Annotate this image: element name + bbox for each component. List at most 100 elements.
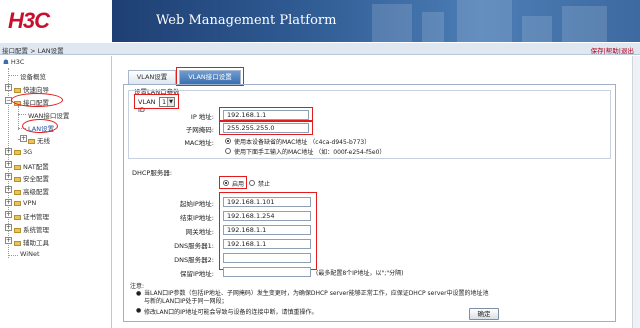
- folder-icon: [14, 200, 21, 206]
- sidebar-item-label: 辅助工具: [23, 239, 49, 247]
- sidebar-item-overview[interactable]: 设备概览: [20, 71, 46, 81]
- bullet-icon: ●: [136, 307, 142, 314]
- highlight-ellipse: [11, 93, 63, 107]
- tab-vlan-settings[interactable]: VLAN设置: [128, 70, 176, 84]
- tree-line: [8, 255, 18, 256]
- mac-label: MAC地址:: [184, 139, 214, 147]
- banner-building: [422, 12, 444, 42]
- reserved-ip-input[interactable]: [223, 267, 311, 277]
- banner: Web Management Platform: [112, 0, 640, 42]
- breadcrumb: 接口配置 > LAN设置: [2, 47, 64, 55]
- dns1-input[interactable]: [223, 239, 311, 249]
- folder-icon: [14, 214, 21, 220]
- logo-area: H3C: [0, 0, 112, 42]
- sidebar-item-label: NAT配置: [23, 163, 49, 171]
- h3c-logo: H3C: [8, 8, 50, 33]
- sidebar-item-3g[interactable]: 3G: [14, 148, 32, 156]
- mac-manual-text: 使用下面手工输入的MAC地址 （如：000f-e254-f5e0）: [234, 149, 386, 156]
- sidebar-item-label: 无线: [37, 137, 50, 145]
- mac-default-text: 使用本设备缺省的MAC地址 （c4ca-d945-b773）: [234, 139, 371, 146]
- sidebar-item-label: 3G: [23, 148, 33, 156]
- dhcp-disable-radio[interactable]: [249, 180, 255, 186]
- banner-building: [372, 4, 412, 42]
- bullet-icon: ●: [136, 290, 142, 297]
- tree-line: [8, 75, 18, 76]
- tree-line: [18, 114, 26, 115]
- top-links: 保存|帮助|退出: [591, 45, 634, 55]
- mac-default-radio[interactable]: [225, 138, 231, 144]
- banner-building: [562, 6, 607, 42]
- folder-icon: [14, 176, 21, 182]
- path-bar: 接口配置 > LAN设置 保存|帮助|退出: [0, 43, 640, 55]
- sidebar-item-label: VPN: [23, 199, 37, 207]
- folder-icon: [14, 240, 21, 246]
- content-panel: 设置LAN口参数 VLAN ID 1 ▼ IP 地址: 子网掩码: MAC地址:…: [123, 85, 616, 322]
- sidebar-item-tools[interactable]: 辅助工具: [14, 237, 49, 247]
- dhcp-title: DHCP服务器:: [132, 169, 173, 177]
- highlight-box: [219, 120, 313, 135]
- sidebar-item-nat[interactable]: NAT配置: [14, 161, 49, 171]
- sidebar-item-advanced[interactable]: 高级配置: [14, 186, 49, 196]
- folder-icon: [28, 138, 35, 144]
- sidebar-item-vpn[interactable]: VPN: [14, 199, 36, 207]
- logout-link[interactable]: 退出: [621, 47, 634, 55]
- start-ip-input[interactable]: [223, 197, 311, 207]
- expand-icon[interactable]: +: [5, 161, 12, 168]
- confirm-button[interactable]: 确定: [469, 308, 499, 320]
- mask-label: 子网掩码:: [185, 126, 214, 134]
- expand-icon[interactable]: +: [5, 186, 12, 193]
- banner-building: [522, 16, 552, 42]
- sidebar-item-system[interactable]: 系统管理: [14, 224, 49, 234]
- banner-building: [457, 0, 512, 42]
- highlight-box: [134, 94, 179, 109]
- reserved-ip-hint: (最多配置8个IP地址，以";"分隔): [316, 270, 404, 277]
- note-title: 注意:: [130, 283, 145, 290]
- dns1-label: DNS服务器1:: [174, 242, 214, 250]
- scrollbar[interactable]: [632, 56, 640, 328]
- ip-label: IP 地址:: [190, 113, 214, 121]
- sidebar-item-label: 高级配置: [23, 188, 49, 196]
- help-link[interactable]: 帮助: [606, 47, 619, 55]
- sidebar-item-label: 系统管理: [23, 226, 49, 234]
- platform-title: Web Management Platform: [156, 13, 337, 28]
- expand-icon[interactable]: +: [5, 84, 12, 91]
- expand-icon[interactable]: +: [5, 211, 12, 218]
- folder-icon: [14, 189, 21, 195]
- reserved-ip-label: 保留IP地址:: [179, 270, 214, 278]
- header: H3C Web Management Platform: [0, 0, 640, 42]
- note-1: 当LAN口IP参数（包括IP地址、子网掩码）发生变更时，为确保DHCP serv…: [144, 290, 489, 305]
- sidebar: ☗ H3C 设备概览 + 快速向导 − 接口配置 WAN接口设置 LAN设置 +…: [0, 56, 112, 328]
- highlight-ellipse: [22, 119, 58, 133]
- dns2-label: DNS服务器2:: [174, 256, 214, 264]
- start-ip-label: 起始IP地址:: [179, 200, 214, 208]
- sidebar-item-wireless[interactable]: 无线: [28, 135, 50, 145]
- sidebar-item-label: 证书管理: [23, 213, 49, 221]
- main-content: VLAN设置 VLAN接口设置 设置LAN口参数 VLAN ID 1 ▼ IP …: [113, 56, 640, 328]
- folder-icon: [14, 164, 21, 170]
- mac-manual-radio[interactable]: [225, 148, 231, 154]
- gateway-input[interactable]: [223, 225, 311, 235]
- expand-icon[interactable]: +: [5, 237, 12, 244]
- end-ip-input[interactable]: [223, 211, 311, 221]
- save-link[interactable]: 保存: [591, 47, 604, 55]
- expand-icon[interactable]: +: [5, 224, 12, 231]
- dns2-input[interactable]: [223, 253, 311, 263]
- expand-icon[interactable]: +: [20, 135, 27, 142]
- sidebar-item-cert[interactable]: 证书管理: [14, 211, 49, 221]
- dhcp-disable-text: 禁止: [258, 181, 271, 188]
- folder-icon: [14, 87, 21, 93]
- folder-icon: [14, 227, 21, 233]
- sidebar-item-label: 安全配置: [23, 175, 49, 183]
- gateway-label: 网关地址:: [185, 228, 214, 236]
- end-ip-label: 结束IP地址:: [179, 214, 214, 222]
- note-2: 修改LAN口的IP地址可能会导致与设备的连接中断，请慎重操作。: [144, 309, 318, 316]
- tree-line: [18, 106, 19, 130]
- expand-icon[interactable]: +: [5, 199, 12, 206]
- tree-root-label: H3C: [10, 58, 25, 66]
- expand-icon[interactable]: +: [5, 148, 12, 155]
- expand-icon[interactable]: +: [5, 173, 12, 180]
- highlight-box: [219, 176, 247, 189]
- sidebar-item-security[interactable]: 安全配置: [14, 173, 49, 183]
- sidebar-item-winet[interactable]: WiNet: [20, 250, 40, 258]
- tree-root[interactable]: ☗ H3C: [3, 58, 24, 66]
